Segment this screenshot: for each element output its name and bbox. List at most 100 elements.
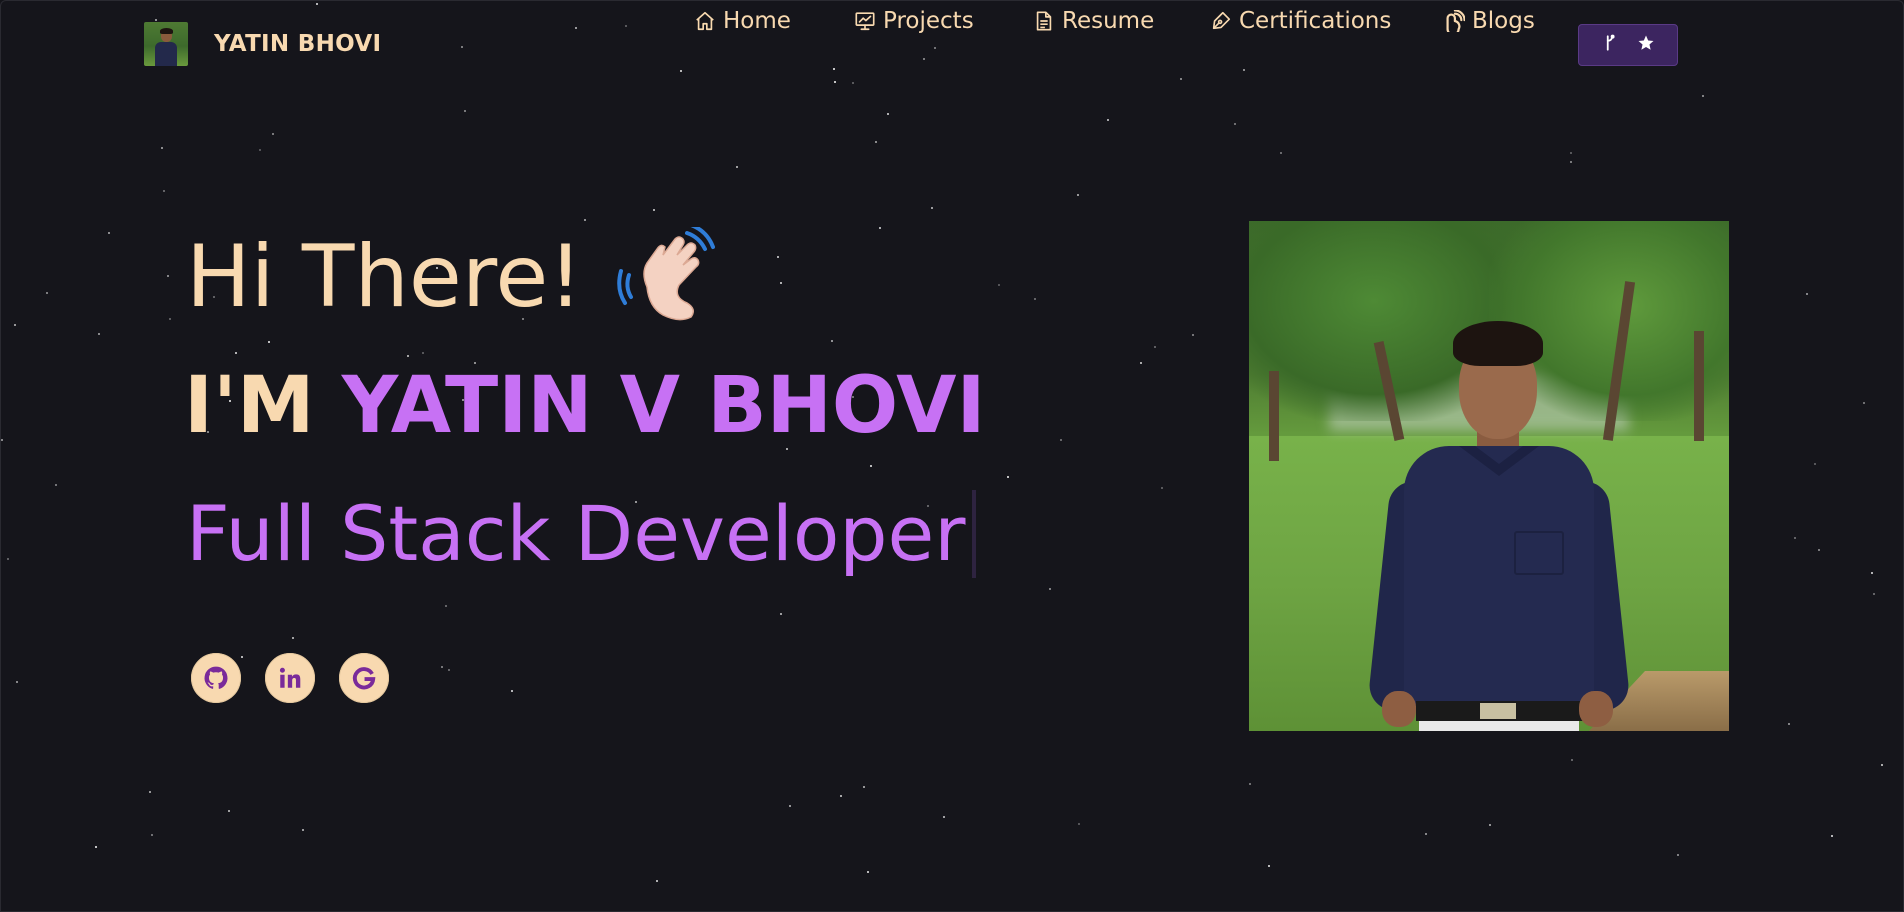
star: [1154, 346, 1156, 348]
star: [1871, 572, 1873, 574]
star: [1489, 824, 1491, 826]
star: [407, 355, 409, 357]
star: [268, 341, 270, 343]
brand[interactable]: YATIN BHOVI: [144, 22, 381, 66]
star: [1831, 835, 1833, 837]
star: [151, 834, 153, 836]
document-icon: [1032, 9, 1056, 33]
github-link[interactable]: [191, 653, 241, 703]
nav-home[interactable]: Home: [693, 1, 791, 41]
star: [831, 340, 833, 342]
star: [441, 666, 443, 668]
github-fork-star-button[interactable]: [1578, 24, 1678, 66]
nav-projects-label: Projects: [883, 8, 974, 34]
star: [1234, 123, 1236, 125]
star: [1077, 194, 1079, 196]
page-frame: YATIN BHOVI Home Projects Resume Certifi: [0, 0, 1904, 912]
google-link[interactable]: [339, 653, 389, 703]
star: [14, 324, 16, 326]
brand-avatar: [144, 22, 188, 66]
star-icon: [1637, 34, 1655, 56]
star: [943, 816, 945, 818]
star: [445, 605, 447, 607]
star: [167, 275, 169, 277]
star: [875, 141, 877, 143]
linkedin-icon: [279, 667, 301, 688]
typewriter-caret: [971, 489, 976, 578]
star: [1249, 783, 1251, 785]
greeting-text: Hi There!: [186, 227, 583, 327]
github-icon: [204, 666, 228, 689]
star: [1078, 823, 1080, 825]
intro-prefix: I'M: [184, 361, 342, 451]
star: [1425, 833, 1427, 835]
star: [780, 282, 782, 284]
star: [1161, 487, 1163, 489]
star: [1873, 593, 1875, 595]
star: [161, 147, 163, 149]
star: [1677, 854, 1679, 856]
nav-certifications[interactable]: Certifications: [1209, 1, 1391, 41]
star: [1794, 537, 1796, 539]
star: [16, 681, 18, 683]
star: [448, 669, 450, 671]
star: [867, 871, 869, 873]
hero-greeting: Hi There!: [186, 227, 717, 327]
star: [1806, 293, 1808, 295]
star: [1570, 152, 1572, 154]
star: [777, 256, 779, 258]
nav-resume[interactable]: Resume: [1032, 1, 1154, 41]
hero-role: Full Stack Developer: [186, 489, 976, 578]
hero-name: YATIN V BHOVI: [341, 361, 986, 451]
star: [228, 810, 230, 812]
waving-hand-icon: [616, 227, 715, 321]
star: [870, 465, 872, 467]
star: [1570, 161, 1572, 163]
person-figure: [1364, 321, 1631, 731]
nav-blogs-label: Blogs: [1472, 8, 1535, 34]
nav-resume-label: Resume: [1062, 8, 1155, 34]
star: [656, 880, 658, 882]
star: [840, 795, 842, 797]
star: [55, 484, 57, 486]
star: [879, 227, 881, 229]
star: [653, 209, 655, 211]
star: [1060, 439, 1062, 441]
star: [259, 149, 261, 151]
brand-name: YATIN BHOVI: [214, 31, 382, 57]
star: [1140, 362, 1142, 364]
home-icon: [693, 9, 717, 33]
hero-intro: I'M YATIN V BHOVI: [184, 361, 986, 451]
star: [98, 333, 100, 335]
star: [1814, 463, 1816, 465]
star: [1, 439, 3, 441]
nav-blogs[interactable]: Blogs: [1442, 1, 1535, 41]
star: [272, 133, 274, 135]
star: [1268, 865, 1270, 867]
nav-certifications-label: Certifications: [1239, 8, 1392, 34]
star: [1571, 759, 1573, 761]
star: [235, 352, 237, 354]
star: [1280, 152, 1282, 154]
nav-projects[interactable]: Projects: [853, 1, 974, 41]
star: [1007, 476, 1009, 478]
profile-photo: [1249, 221, 1729, 731]
git-fork-icon: [1601, 34, 1619, 56]
star: [998, 284, 1000, 286]
star: [1702, 95, 1704, 97]
star: [1818, 549, 1820, 551]
star: [149, 791, 151, 793]
star: [422, 352, 424, 354]
navbar: YATIN BHOVI Home Projects Resume Certifi: [1, 1, 1903, 91]
star: [464, 110, 466, 112]
star: [511, 690, 513, 692]
star: [780, 613, 782, 615]
star: [1192, 334, 1194, 336]
fountain-pen-icon: [1209, 9, 1233, 33]
star: [163, 190, 165, 192]
star: [1049, 588, 1051, 590]
star: [736, 166, 738, 168]
linkedin-link[interactable]: [265, 653, 315, 703]
nav-home-label: Home: [723, 8, 791, 34]
presentation-icon: [853, 9, 877, 33]
